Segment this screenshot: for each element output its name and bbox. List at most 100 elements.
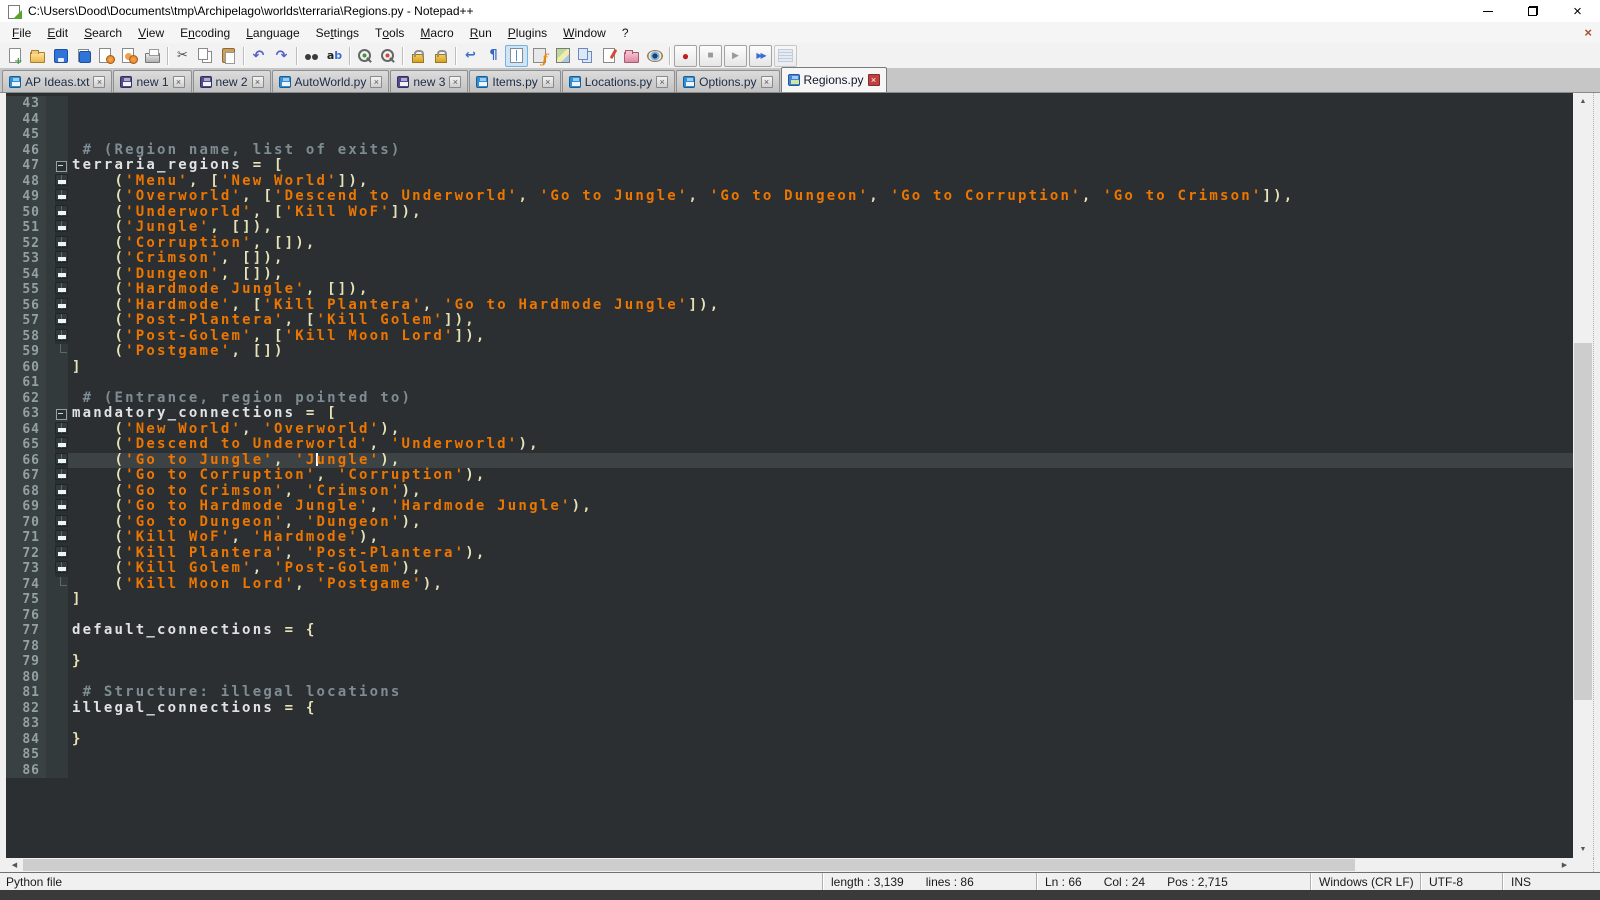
code-text[interactable]: ('Kill Plantera', 'Post-Plantera'), bbox=[68, 546, 1573, 562]
macro-play-button[interactable] bbox=[724, 45, 747, 67]
code-text[interactable]: ('Dungeon', []), bbox=[68, 267, 1573, 283]
code-text[interactable]: ('Crimson', []), bbox=[68, 251, 1573, 267]
scroll-up-icon[interactable]: ▲ bbox=[1573, 93, 1593, 110]
minimize-button[interactable] bbox=[1465, 0, 1510, 22]
code-text[interactable]: # (Entrance, region pointed to) bbox=[68, 391, 1573, 407]
macro-save-button[interactable] bbox=[774, 45, 797, 67]
document-list-button[interactable] bbox=[574, 45, 597, 67]
code-text[interactable]: terraria_regions = [ bbox=[68, 158, 1573, 174]
menu-run[interactable]: Run bbox=[462, 22, 500, 43]
code-text[interactable]: ] bbox=[68, 592, 1573, 608]
menu-settings[interactable]: Settings bbox=[308, 22, 367, 43]
tab-options-py[interactable]: Options.py× bbox=[676, 70, 779, 92]
fold-collapse-icon[interactable] bbox=[55, 158, 68, 174]
open-button[interactable] bbox=[26, 45, 49, 67]
code-text[interactable]: mandatory_connections = [ bbox=[68, 406, 1573, 422]
fold-collapse-icon[interactable] bbox=[55, 406, 68, 422]
new-file-button[interactable] bbox=[3, 45, 26, 67]
code-text[interactable]: illegal_connections = { bbox=[68, 701, 1573, 717]
show-all-chars-button[interactable] bbox=[482, 45, 505, 67]
tab-close-icon[interactable]: × bbox=[761, 76, 773, 88]
close-document-icon[interactable]: × bbox=[1584, 26, 1592, 39]
code-text[interactable] bbox=[68, 96, 1573, 112]
tab-close-icon[interactable]: × bbox=[173, 76, 185, 88]
code-text[interactable] bbox=[68, 670, 1573, 686]
menu-macro[interactable]: Macro bbox=[412, 22, 461, 43]
scroll-down-icon[interactable]: ▼ bbox=[1573, 841, 1593, 858]
code-text[interactable]: ('Hardmode Jungle', []), bbox=[68, 282, 1573, 298]
close-all-button[interactable] bbox=[118, 45, 141, 67]
menu-view[interactable]: View bbox=[130, 22, 172, 43]
menu-plugins[interactable]: Plugins bbox=[500, 22, 555, 43]
tab-close-icon[interactable]: × bbox=[252, 76, 264, 88]
code-editor[interactable]: 43444546 # (Region name, list of exits)4… bbox=[6, 93, 1573, 858]
code-text[interactable]: default_connections = { bbox=[68, 623, 1573, 639]
copy-button[interactable] bbox=[194, 45, 217, 67]
code-text[interactable]: ('Post-Plantera', ['Kill Golem']), bbox=[68, 313, 1573, 329]
redo-button[interactable] bbox=[270, 45, 293, 67]
tab-ap-ideas-txt[interactable]: AP Ideas.txt× bbox=[2, 70, 112, 92]
folder-as-workspace-button[interactable] bbox=[620, 45, 643, 67]
menu-tools[interactable]: Tools bbox=[367, 22, 412, 43]
code-text[interactable]: ('Go to Crimson', 'Crimson'), bbox=[68, 484, 1573, 500]
code-text[interactable]: ('Go to Corruption', 'Corruption'), bbox=[68, 468, 1573, 484]
code-text[interactable]: ('Go to Jungle', 'Jungle'), bbox=[68, 453, 1573, 469]
tab-close-icon[interactable]: × bbox=[370, 76, 382, 88]
tab-close-icon[interactable]: × bbox=[868, 74, 880, 86]
undo-button[interactable] bbox=[247, 45, 270, 67]
find-button[interactable] bbox=[300, 45, 323, 67]
vscroll-thumb[interactable] bbox=[1574, 343, 1592, 700]
tab-close-icon[interactable]: × bbox=[93, 76, 105, 88]
code-text[interactable]: } bbox=[68, 654, 1573, 670]
code-text[interactable]: ('Post-Golem', ['Kill Moon Lord']), bbox=[68, 329, 1573, 345]
code-text[interactable]: ('Corruption', []), bbox=[68, 236, 1573, 252]
code-text[interactable] bbox=[68, 112, 1573, 128]
code-text[interactable]: ('Descend to Underworld', 'Underworld'), bbox=[68, 437, 1573, 453]
save-all-button[interactable] bbox=[72, 45, 95, 67]
code-text[interactable]: ('New World', 'Overworld'), bbox=[68, 422, 1573, 438]
code-text[interactable]: ('Menu', ['New World']), bbox=[68, 174, 1573, 190]
monitoring-button[interactable] bbox=[643, 45, 666, 67]
code-text[interactable]: ('Jungle', []), bbox=[68, 220, 1573, 236]
hscroll-thumb[interactable] bbox=[23, 859, 1355, 871]
macro-record-button[interactable] bbox=[674, 45, 697, 67]
code-text[interactable] bbox=[68, 375, 1573, 391]
menu-edit[interactable]: Edit bbox=[39, 22, 76, 43]
tab-close-icon[interactable]: × bbox=[542, 76, 554, 88]
code-text[interactable]: ('Underworld', ['Kill WoF']), bbox=[68, 205, 1573, 221]
sync-vertical-button[interactable] bbox=[406, 45, 429, 67]
code-text[interactable]: } bbox=[68, 732, 1573, 748]
code-text[interactable]: # (Region name, list of exits) bbox=[68, 143, 1573, 159]
tab-close-icon[interactable]: × bbox=[656, 76, 668, 88]
menu-window[interactable]: Window bbox=[555, 22, 614, 43]
code-text[interactable] bbox=[68, 747, 1573, 763]
code-text[interactable] bbox=[68, 608, 1573, 624]
menu-language[interactable]: Language bbox=[238, 22, 307, 43]
code-text[interactable] bbox=[68, 127, 1573, 143]
code-text[interactable]: ('Kill Golem', 'Post-Golem'), bbox=[68, 561, 1573, 577]
sync-horizontal-button[interactable] bbox=[429, 45, 452, 67]
tab-new-2[interactable]: new 2× bbox=[193, 70, 271, 92]
close-button[interactable]: × bbox=[1555, 0, 1600, 22]
document-switcher-button[interactable] bbox=[597, 45, 620, 67]
macro-run-multiple-button[interactable] bbox=[749, 45, 772, 67]
paste-button[interactable] bbox=[217, 45, 240, 67]
macro-stop-button[interactable] bbox=[699, 45, 722, 67]
code-text[interactable]: ('Kill WoF', 'Hardmode'), bbox=[68, 530, 1573, 546]
tab-new-3[interactable]: new 3× bbox=[390, 70, 468, 92]
scroll-left-icon[interactable]: ◀ bbox=[6, 858, 23, 872]
tab-locations-py[interactable]: Locations.py× bbox=[562, 70, 675, 92]
menu-encoding[interactable]: Encoding bbox=[172, 22, 238, 43]
code-text[interactable]: ('Kill Moon Lord', 'Postgame'), bbox=[68, 577, 1573, 593]
code-text[interactable] bbox=[68, 716, 1573, 732]
vertical-scrollbar[interactable]: ▲ ▼ bbox=[1573, 93, 1593, 858]
save-button[interactable] bbox=[49, 45, 72, 67]
scroll-right-icon[interactable]: ▶ bbox=[1556, 858, 1573, 872]
horizontal-scrollbar[interactable]: ◀ ▶ bbox=[6, 858, 1573, 872]
tab-close-icon[interactable]: × bbox=[449, 76, 461, 88]
zoom-out-button[interactable] bbox=[376, 45, 399, 67]
code-text[interactable]: ('Go to Hardmode Jungle', 'Hardmode Jung… bbox=[68, 499, 1573, 515]
code-text[interactable]: ('Postgame', []) bbox=[68, 344, 1573, 360]
code-text[interactable] bbox=[68, 763, 1573, 779]
code-text[interactable]: # Structure: illegal locations bbox=[68, 685, 1573, 701]
